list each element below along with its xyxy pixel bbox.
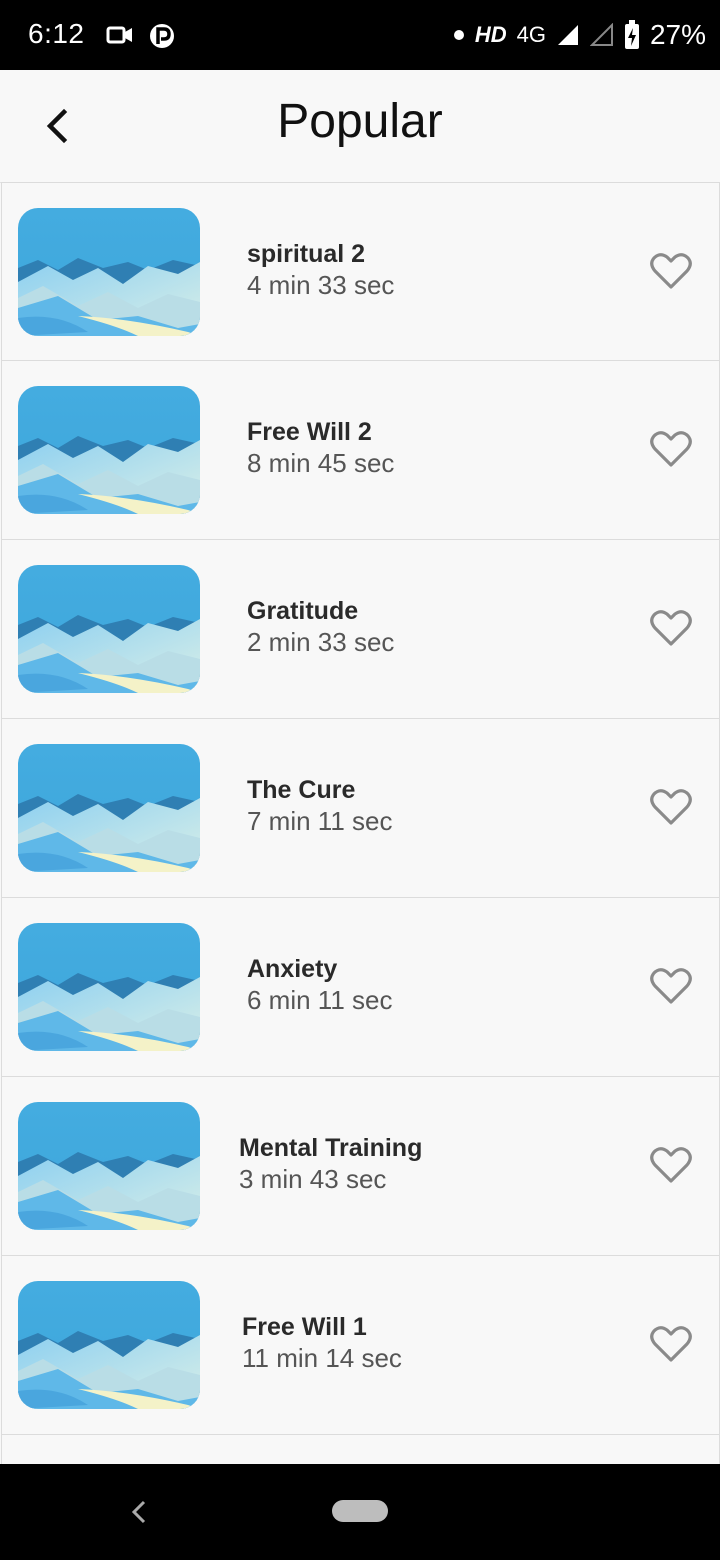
status-time: 6:12	[28, 18, 85, 49]
track-title: spiritual 2	[247, 240, 366, 268]
heart-outline-icon	[650, 253, 692, 289]
network-hd: HD	[474, 22, 507, 47]
heart-outline-icon	[650, 968, 692, 1004]
mountain-landscape-image	[18, 1102, 200, 1230]
list-item-partial	[1, 1435, 720, 1464]
parking-icon	[150, 24, 174, 48]
track-thumbnail	[18, 208, 200, 336]
track-title: Mental Training	[239, 1134, 423, 1162]
favorite-button[interactable]	[649, 606, 693, 650]
mountain-landscape-image	[18, 923, 200, 1051]
favorite-button[interactable]	[649, 964, 693, 1008]
status-right-icons: HD 4G 27%	[453, 18, 706, 52]
battery-percent: 27%	[649, 19, 706, 50]
mountain-landscape-image	[18, 208, 200, 336]
track-title: The Cure	[247, 776, 356, 804]
track-title: Free Will 2	[247, 418, 372, 446]
mountain-landscape-image	[18, 1281, 200, 1409]
track-title: Anxiety	[247, 955, 338, 983]
item-text: Gratitude 2 min 33 sec	[247, 596, 394, 658]
mountain-landscape-image	[18, 744, 200, 872]
track-thumbnail	[18, 565, 200, 693]
page-title: Popular	[277, 95, 443, 148]
dot-icon	[453, 30, 464, 40]
item-text: Free Will 2 8 min 45 sec	[247, 417, 394, 479]
list-item[interactable]: spiritual 2 4 min 33 sec	[1, 182, 720, 361]
back-triangle-icon	[131, 1500, 146, 1524]
battery-charging-icon	[624, 20, 639, 49]
track-duration: 2 min 33 sec	[247, 627, 395, 657]
heart-outline-icon	[650, 1147, 692, 1183]
favorite-button[interactable]	[649, 427, 693, 471]
app-bar: Popular	[0, 70, 720, 183]
heart-outline-icon	[650, 1326, 692, 1362]
track-title: Free Will 1	[242, 1313, 367, 1341]
nav-back-button[interactable]	[126, 1494, 154, 1530]
track-thumbnail	[18, 1102, 200, 1230]
list-item[interactable]: Free Will 2 8 min 45 sec	[1, 361, 720, 540]
favorite-button[interactable]	[649, 249, 693, 293]
item-text: spiritual 2 4 min 33 sec	[247, 239, 394, 301]
track-title: Gratitude	[247, 597, 359, 625]
item-text: The Cure 7 min 11 sec	[247, 775, 392, 837]
favorite-button[interactable]	[649, 1143, 693, 1187]
heart-outline-icon	[650, 431, 692, 467]
status-left-icons	[106, 22, 196, 50]
status-bar: 6:12 HD 4G 27%	[0, 0, 720, 70]
favorite-button[interactable]	[649, 1322, 693, 1366]
track-thumbnail	[18, 386, 200, 514]
item-text: Mental Training 3 min 43 sec	[239, 1133, 422, 1195]
track-duration: 11 min 14 sec	[242, 1343, 402, 1373]
track-duration: 3 min 43 sec	[239, 1164, 387, 1194]
track-thumbnail	[18, 744, 200, 872]
track-duration: 4 min 33 sec	[247, 270, 395, 300]
video-camera-icon	[106, 26, 132, 44]
home-pill-icon[interactable]	[332, 1500, 388, 1522]
list-item[interactable]: Free Will 1 11 min 14 sec	[1, 1256, 720, 1435]
navigation-bar	[0, 1464, 720, 1560]
heart-outline-icon	[650, 789, 692, 825]
heart-outline-icon	[650, 610, 692, 646]
signal-icon	[557, 25, 578, 45]
item-text: Anxiety 6 min 11 sec	[247, 954, 392, 1016]
list-item[interactable]: Gratitude 2 min 33 sec	[1, 540, 720, 719]
signal-empty-icon	[589, 23, 613, 46]
track-duration: 7 min 11 sec	[247, 806, 393, 836]
track-thumbnail	[18, 923, 200, 1051]
network-type: 4G	[516, 22, 546, 47]
favorite-button[interactable]	[649, 785, 693, 829]
track-list: spiritual 2 4 min 33 sec Free Will 2 8 m…	[0, 182, 720, 1464]
list-item[interactable]: The Cure 7 min 11 sec	[1, 719, 720, 898]
track-thumbnail	[18, 1281, 200, 1409]
list-item[interactable]: Mental Training 3 min 43 sec	[1, 1077, 720, 1256]
list-item[interactable]: Anxiety 6 min 11 sec	[1, 898, 720, 1077]
mountain-landscape-image	[18, 565, 200, 693]
item-text: Free Will 1 11 min 14 sec	[242, 1312, 402, 1374]
mountain-landscape-image	[18, 386, 200, 514]
track-duration: 6 min 11 sec	[247, 985, 393, 1015]
track-duration: 8 min 45 sec	[247, 448, 395, 478]
